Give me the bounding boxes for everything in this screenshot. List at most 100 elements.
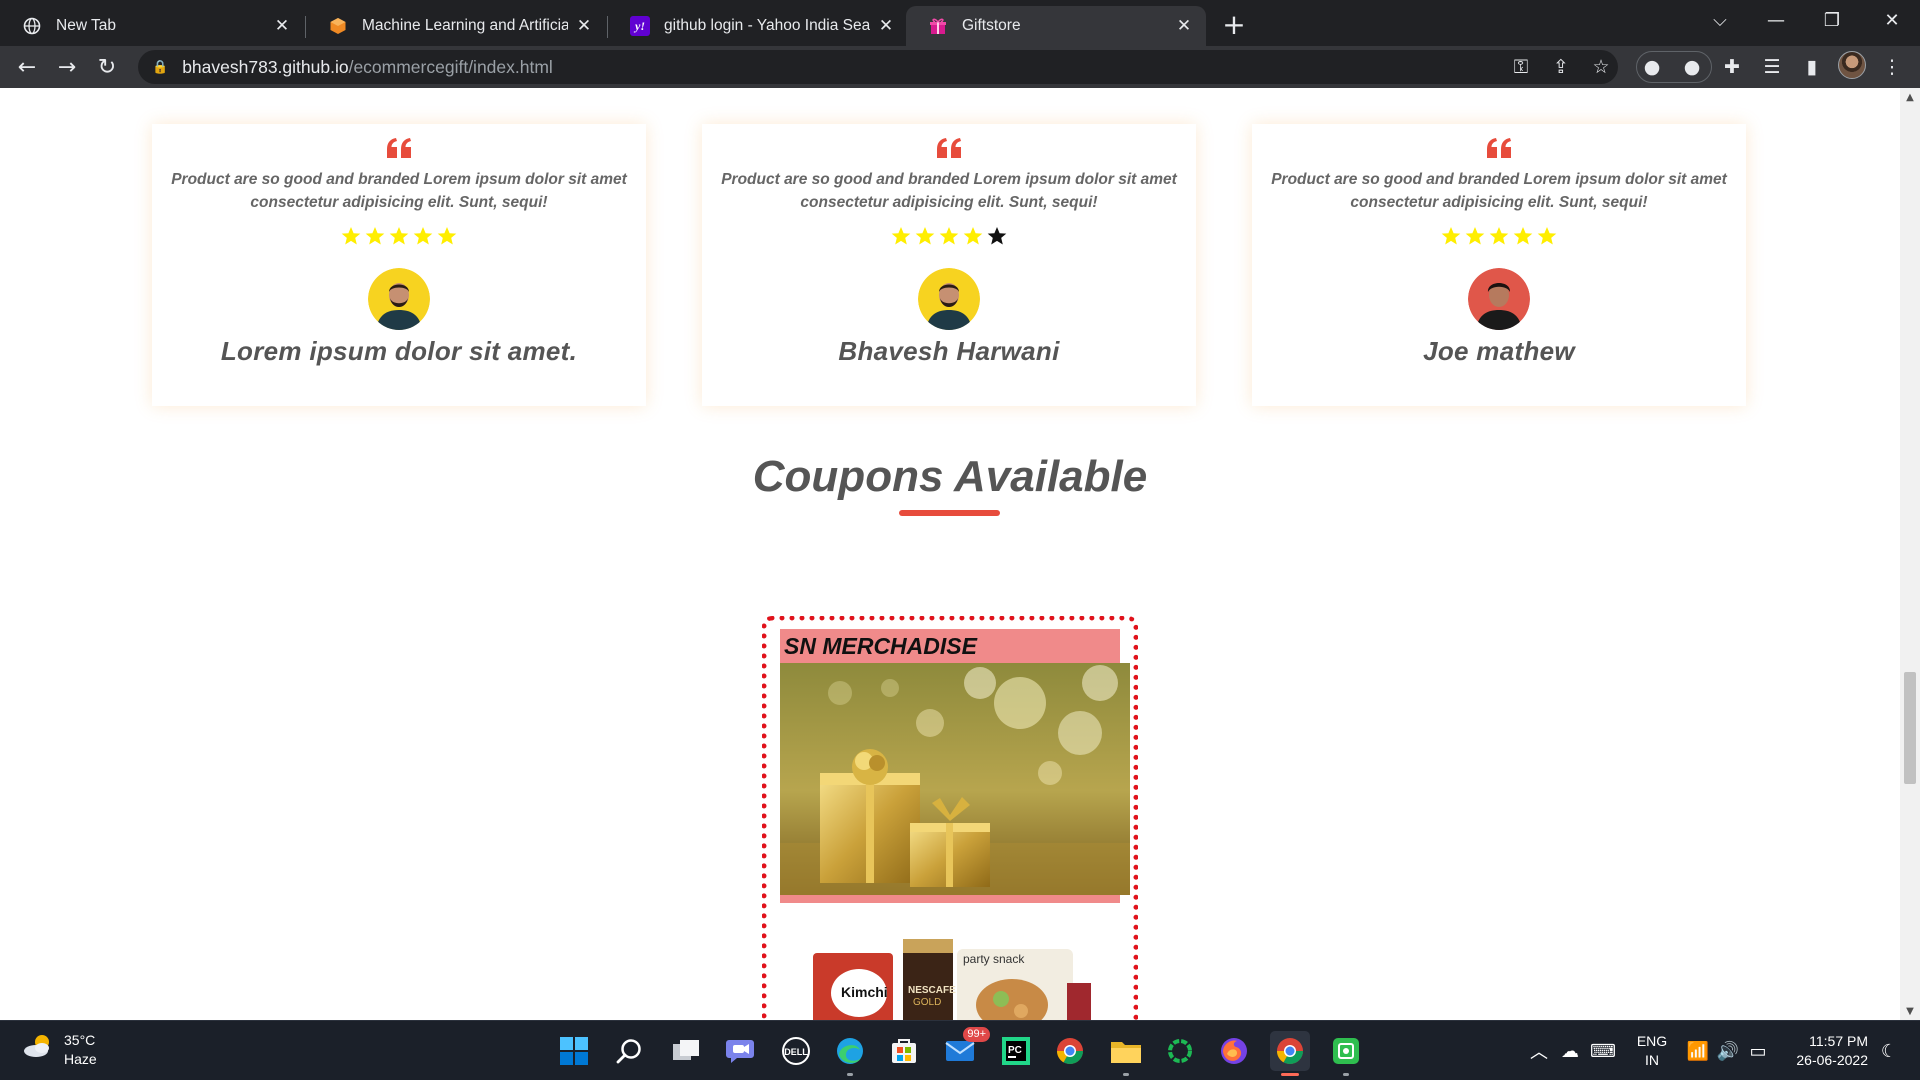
store-icon bbox=[892, 1039, 916, 1063]
pycharm-icon: PC bbox=[1002, 1037, 1030, 1065]
ring-app-icon bbox=[1168, 1039, 1192, 1063]
weather-haze-icon bbox=[22, 1032, 54, 1068]
mail-button[interactable]: 99+ bbox=[940, 1027, 990, 1071]
chrome-button[interactable] bbox=[1270, 1031, 1310, 1076]
scroll-thumb[interactable] bbox=[1904, 672, 1916, 784]
battery-icon[interactable]: ▭ bbox=[1744, 1021, 1772, 1080]
close-icon[interactable]: ✕ bbox=[272, 16, 292, 36]
running-indicator bbox=[847, 1073, 853, 1076]
star-filled-icon bbox=[891, 227, 911, 245]
star-filled-icon bbox=[389, 227, 409, 245]
task-view-icon bbox=[673, 1040, 699, 1060]
tab-new-tab[interactable]: New Tab ✕ bbox=[0, 6, 304, 46]
coupon-card[interactable]: SN MERCHADISE Kimchi NESCAFE GOLD party … bbox=[762, 616, 1138, 1020]
tab-yahoo-search[interactable]: y! github login - Yahoo India Search Res… bbox=[608, 6, 908, 46]
extension-icon[interactable]: ● bbox=[1676, 51, 1708, 83]
close-icon[interactable]: ✕ bbox=[876, 16, 896, 36]
tab-title: Machine Learning and Artificial Intellig… bbox=[362, 17, 568, 34]
windows-logo-icon bbox=[560, 1037, 588, 1065]
volume-icon[interactable]: 🔊 bbox=[1714, 1021, 1742, 1080]
star-filled-icon bbox=[413, 227, 433, 245]
scroll-up-arrow-icon[interactable]: ▲ bbox=[1900, 88, 1920, 106]
clock-date: 26-06-2022 bbox=[1796, 1052, 1868, 1068]
wifi-icon[interactable]: 📶 bbox=[1684, 1021, 1712, 1080]
review-card: Product are so good and branded Lorem ip… bbox=[1252, 124, 1746, 406]
chat-icon bbox=[726, 1040, 754, 1063]
lock-icon: 🔒 bbox=[152, 59, 169, 74]
edge-browser-button[interactable] bbox=[830, 1031, 870, 1076]
browser-toolbar: ← → ↻ 🔒 bhavesh783.github.io/ecommercegi… bbox=[0, 46, 1920, 88]
chrome-profile-button[interactable] bbox=[1050, 1031, 1090, 1071]
forward-button[interactable]: → bbox=[50, 50, 84, 84]
xbox-app-button[interactable] bbox=[1160, 1031, 1200, 1071]
mail-icon bbox=[945, 1041, 975, 1061]
key-icon[interactable]: ⚿ bbox=[1504, 50, 1538, 84]
vertical-scrollbar[interactable]: ▲ ▼ bbox=[1900, 88, 1920, 1020]
review-card: Product are so good and branded Lorem ip… bbox=[702, 124, 1196, 406]
tab-giftstore[interactable]: Giftstore ✕ bbox=[906, 6, 1206, 46]
share-icon[interactable]: ⇪ bbox=[1544, 50, 1578, 84]
star-rating bbox=[702, 226, 1196, 250]
svg-text:DELL: DELL bbox=[784, 1047, 808, 1057]
language-indicator[interactable]: ENG IN bbox=[1624, 1021, 1680, 1080]
address-bar[interactable]: 🔒 bhavesh783.github.io/ecommercegift/ind… bbox=[138, 50, 1618, 84]
tab-machine-learning[interactable]: Machine Learning and Artificial Intellig… bbox=[306, 6, 606, 46]
tab-title: Giftstore bbox=[962, 17, 1021, 34]
new-tab-button[interactable]: + bbox=[1218, 8, 1250, 41]
running-indicator bbox=[1123, 1073, 1129, 1076]
onedrive-icon[interactable]: ☁ bbox=[1556, 1021, 1584, 1080]
review-text: Product are so good and branded Lorem ip… bbox=[171, 171, 627, 211]
clock-time: 11:57 PM bbox=[1809, 1033, 1868, 1049]
gift-icon bbox=[928, 16, 948, 36]
reviewer-avatar bbox=[918, 268, 980, 330]
svg-text:Kimchi: Kimchi bbox=[841, 984, 888, 1000]
reload-button[interactable]: ↻ bbox=[90, 50, 124, 84]
media-playlist-icon[interactable]: ☰ bbox=[1756, 51, 1788, 83]
firefox-button[interactable] bbox=[1214, 1031, 1254, 1071]
tab-title: New Tab bbox=[56, 17, 117, 34]
firefox-icon bbox=[1221, 1038, 1247, 1064]
puzzle-extensions-icon[interactable]: ✚ bbox=[1716, 51, 1748, 83]
side-panel-icon[interactable]: ▮ bbox=[1796, 51, 1828, 83]
microsoft-store-button[interactable] bbox=[884, 1031, 924, 1071]
screen-recorder-button[interactable] bbox=[1326, 1031, 1366, 1076]
star-filled-icon bbox=[1489, 227, 1509, 245]
back-button[interactable]: ← bbox=[10, 50, 44, 84]
weather-widget[interactable]: 35°C Haze bbox=[22, 1031, 97, 1069]
quote-icon bbox=[1487, 138, 1511, 158]
section-heading: Coupons Available bbox=[752, 452, 1148, 501]
coupon-footer bbox=[780, 895, 1120, 903]
task-view-button[interactable] bbox=[666, 1031, 706, 1071]
star-filled-icon bbox=[1465, 227, 1485, 245]
show-hidden-icons-chevron-icon[interactable]: ︿ bbox=[1526, 1021, 1552, 1080]
active-indicator bbox=[1281, 1073, 1299, 1076]
star-bookmark-icon[interactable]: ☆ bbox=[1584, 50, 1618, 84]
file-explorer-button[interactable] bbox=[1106, 1031, 1146, 1076]
keyboard-icon[interactable]: ⌨ bbox=[1588, 1021, 1618, 1080]
search-button[interactable] bbox=[610, 1031, 650, 1071]
quiet-hours-moon-icon[interactable]: ☾ bbox=[1874, 1021, 1904, 1080]
clock[interactable]: 11:57 PM 26-06-2022 bbox=[1778, 1021, 1868, 1080]
profile-avatar[interactable] bbox=[1838, 51, 1866, 79]
review-text: Product are so good and branded Lorem ip… bbox=[1271, 171, 1727, 211]
close-icon[interactable]: ✕ bbox=[1174, 16, 1194, 36]
star-filled-icon bbox=[1537, 227, 1557, 245]
close-icon[interactable]: ✕ bbox=[574, 16, 594, 36]
teams-chat-button[interactable] bbox=[720, 1031, 760, 1071]
scroll-down-arrow-icon[interactable]: ▼ bbox=[1900, 1002, 1920, 1020]
dell-icon: DELL bbox=[782, 1037, 810, 1065]
close-window-button[interactable]: ✕ bbox=[1864, 0, 1920, 40]
language-code: ENG bbox=[1636, 1033, 1668, 1049]
minimize-button[interactable]: — bbox=[1748, 0, 1804, 40]
pycharm-button[interactable]: PC bbox=[996, 1031, 1036, 1071]
quote-icon bbox=[937, 138, 961, 158]
restore-button[interactable]: ❐ bbox=[1804, 0, 1860, 40]
menu-kebab-icon[interactable]: ⋮ bbox=[1876, 51, 1908, 83]
start-button[interactable] bbox=[554, 1031, 594, 1071]
chrome-icon bbox=[1276, 1038, 1304, 1065]
dell-app-button[interactable]: DELL bbox=[776, 1031, 816, 1071]
tab-search-icon[interactable]: ⌵ bbox=[1692, 0, 1748, 40]
folder-icon bbox=[1111, 1042, 1141, 1063]
star-filled-icon bbox=[939, 227, 959, 245]
extension-icon[interactable]: ● bbox=[1636, 51, 1668, 83]
